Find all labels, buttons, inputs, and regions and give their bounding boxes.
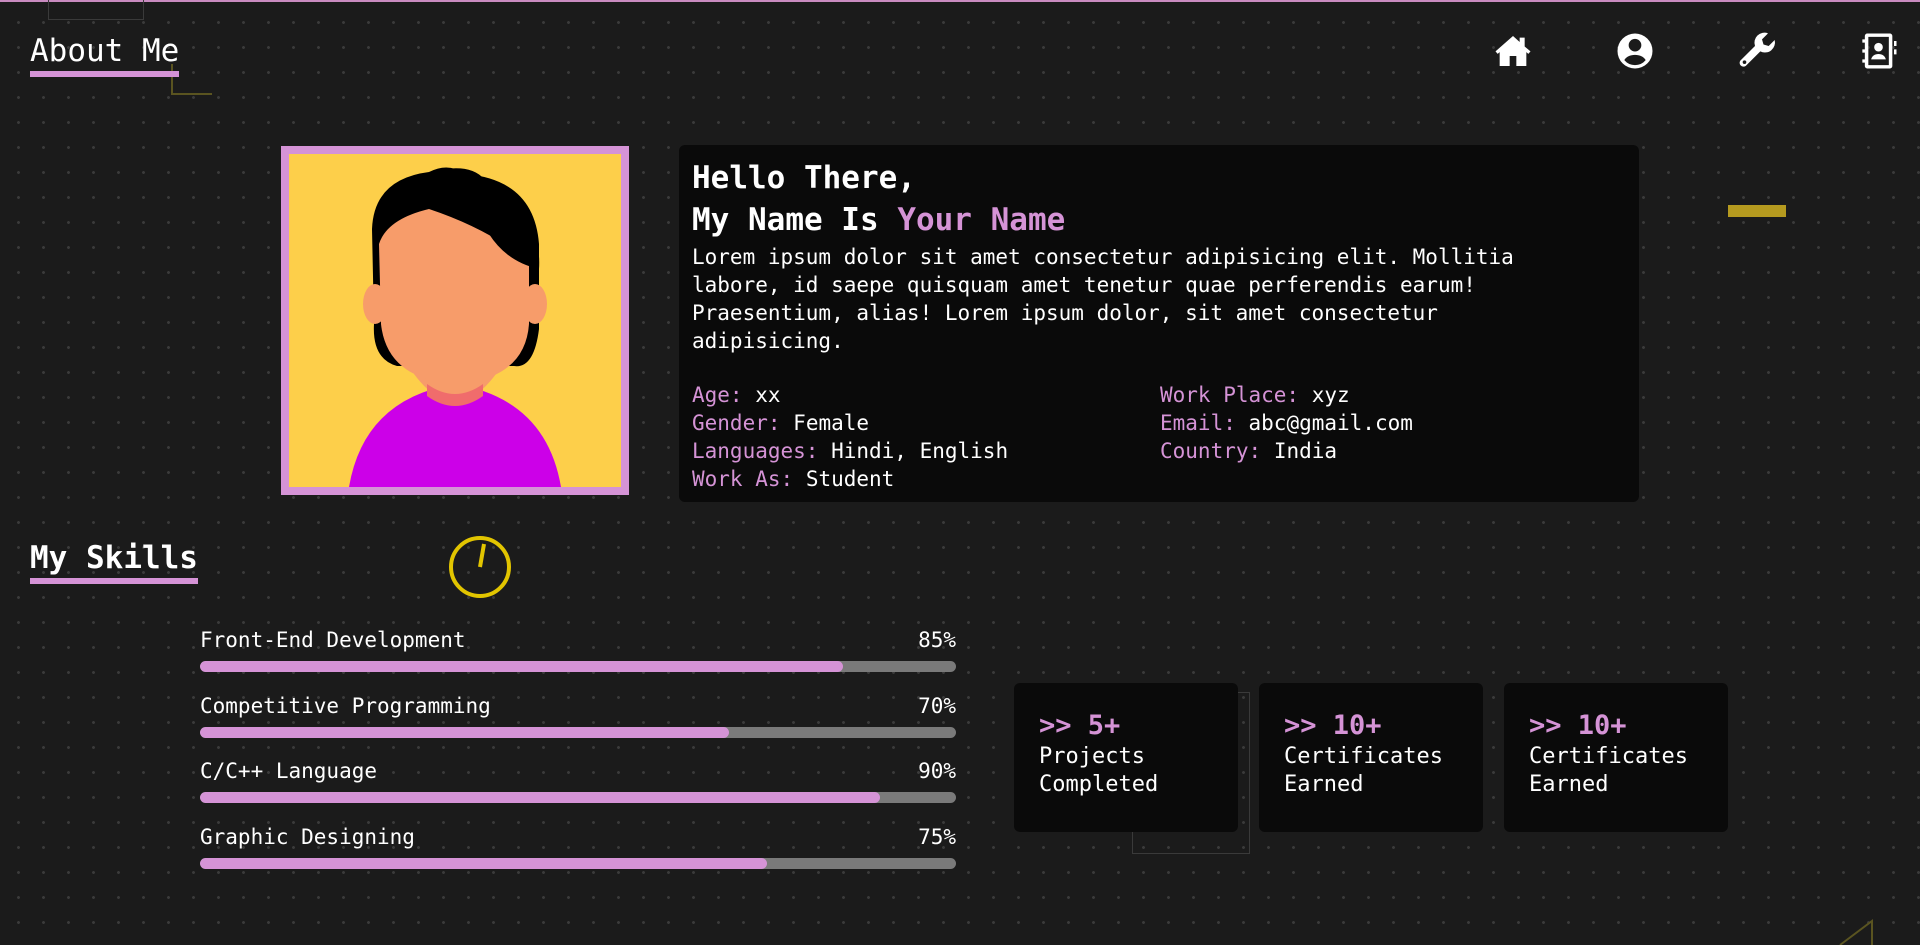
detail-value: Student (805, 467, 895, 491)
skills-list: Front-End Development 85% Competitive Pro… (200, 627, 956, 889)
skill-item: C/C++ Language 90% (200, 758, 956, 824)
detail-label: Languages: (692, 439, 819, 463)
detail-label: Work As: (692, 467, 794, 491)
skill-progress-fill (200, 661, 843, 672)
stat-card-certificates: >> 10+ Certificates Earned (1259, 683, 1483, 832)
greeting-line-1: Hello There, (692, 160, 916, 196)
detail-value: xx (755, 383, 781, 407)
detail-value: Hindi, English (831, 439, 1009, 463)
detail-country: Country: India (1160, 437, 1600, 465)
skill-progress-track (200, 857, 956, 869)
detail-email: Email: abc@gmail.com (1160, 409, 1600, 437)
skill-name: Competitive Programming (200, 693, 491, 718)
stat-label-line-2: Completed (1039, 772, 1159, 797)
detail-languages: Languages: Hindi, English (692, 437, 1160, 465)
skills-heading: My Skills (30, 539, 198, 584)
details-grid: Age: xx Work Place: xyz Gender: Female E… (692, 381, 1626, 493)
wrench-icon[interactable] (1736, 30, 1778, 72)
stat-value: >> 10+ (1529, 710, 1627, 741)
skill-progress-fill (200, 792, 881, 803)
greeting-prefix: My Name Is (692, 202, 879, 238)
stat-label-line-2: Earned (1284, 772, 1364, 797)
skill-percent: 85% (918, 628, 956, 652)
stat-label-line-1: Projects (1039, 744, 1145, 769)
detail-value: Female (793, 411, 870, 435)
skill-item: Graphic Designing 75% (200, 824, 956, 890)
about-info-card: Hello There, My Name Is Your Name Lorem … (679, 145, 1639, 502)
top-nav (1492, 30, 1900, 72)
detail-label: Country: (1160, 439, 1262, 463)
decorative-rectangle (48, 0, 144, 20)
bio-text: Lorem ipsum dolor sit amet consectetur a… (692, 245, 1514, 353)
greeting-heading: Hello There, My Name Is Your Name (692, 157, 1626, 241)
stat-label-line-1: Certificates (1284, 744, 1443, 769)
detail-label: Gender: (692, 411, 781, 435)
skill-progress-track (200, 792, 956, 803)
skill-percent: 90% (918, 759, 956, 783)
detail-age: Age: xx (692, 381, 1160, 409)
skill-progress-track (200, 661, 956, 672)
skill-percent: 70% (918, 693, 956, 718)
skill-percent: 75% (918, 824, 956, 849)
skill-progress-fill (200, 857, 767, 869)
stat-label-line-2: Earned (1529, 772, 1609, 797)
stat-card-projects: >> 5+ Projects Completed (1014, 683, 1238, 832)
detail-value: abc@gmail.com (1248, 411, 1413, 435)
skill-item: Competitive Programming 70% (200, 693, 956, 759)
detail-work-place: Work Place: xyz (1160, 381, 1600, 409)
stat-value: >> 5+ (1039, 710, 1121, 741)
skill-progress-track (200, 726, 956, 738)
decorative-bar (1728, 205, 1786, 217)
user-name: Your Name (897, 202, 1066, 238)
skill-name: C/C++ Language (200, 759, 378, 783)
detail-value: xyz (1311, 383, 1350, 407)
home-icon[interactable] (1492, 30, 1534, 72)
skill-name: Front-End Development (200, 628, 466, 652)
page-title: About Me (30, 32, 180, 77)
detail-gender: Gender: Female (692, 409, 1160, 437)
decorative-corner (1839, 919, 1873, 945)
stat-value: >> 10+ (1284, 710, 1382, 741)
detail-label: Age: (692, 383, 743, 407)
stats-row: >> 5+ Projects Completed >> 10+ Certific… (1014, 683, 1728, 832)
skill-name: Graphic Designing (200, 824, 415, 849)
detail-work-as: Work As: Student (692, 465, 1160, 493)
detail-value: India (1273, 439, 1338, 463)
profile-avatar (281, 146, 629, 495)
decorative-clock (449, 536, 511, 598)
contact-book-icon[interactable] (1858, 30, 1900, 72)
woman-avatar-illustration (289, 154, 621, 487)
skill-item: Front-End Development 85% (200, 627, 956, 693)
stat-card-certificates: >> 10+ Certificates Earned (1504, 683, 1728, 832)
detail-label: Work Place: (1160, 383, 1300, 407)
detail-label: Email: (1160, 411, 1236, 435)
stat-label-line-1: Certificates (1529, 744, 1688, 769)
user-circle-icon[interactable] (1614, 30, 1656, 72)
skill-progress-fill (200, 726, 730, 738)
